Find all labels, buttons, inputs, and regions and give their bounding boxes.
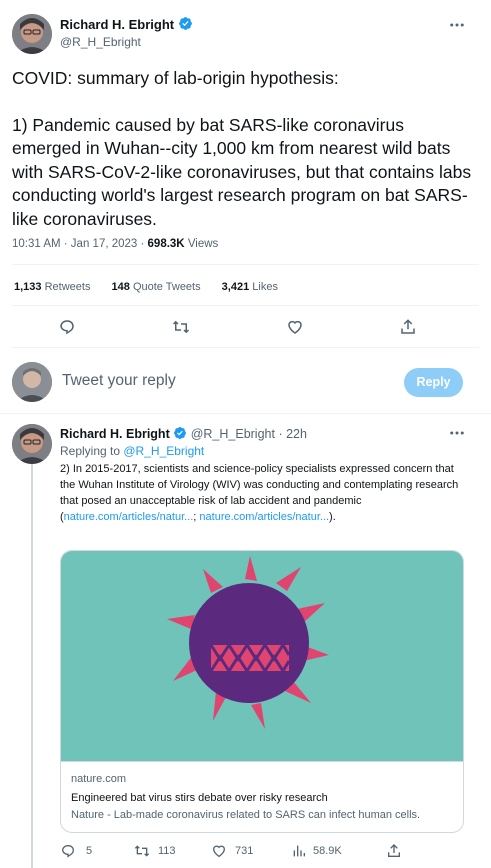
virus-illustration (167, 556, 329, 729)
views-count-reply: 58.9K (313, 845, 342, 857)
reply-submit-button[interactable]: Reply (404, 368, 463, 397)
reply-author-name[interactable]: Richard H. Ebright (60, 427, 170, 441)
thread-line (31, 464, 33, 868)
reply-icon (60, 320, 74, 335)
likes-count: 3,421 (221, 281, 250, 293)
reply-avatar-photo (12, 424, 52, 464)
link-card-title: Engineered bat virus stirs debate over r… (71, 792, 328, 804)
reply-author-avatar[interactable] (12, 424, 52, 464)
tweet-time[interactable]: 10:31 AM · Jan 17, 2023 · (12, 238, 148, 250)
verified-badge-icon (174, 427, 187, 439)
link-card-image (61, 551, 463, 761)
reply-icon (61, 845, 75, 858)
avatar-photo (12, 14, 52, 54)
retweet-icon (134, 845, 150, 857)
share-icon (388, 844, 400, 857)
reply-time-separator: · (274, 427, 287, 441)
quotes-label: Quote Tweets (132, 281, 201, 293)
author-handle[interactable]: @R_H_Ebright (60, 35, 141, 49)
reply-author-handle[interactable]: @R_H_Ebright (191, 427, 275, 441)
reply-input[interactable]: Tweet your reply (62, 372, 382, 394)
verified-badge-icon (178, 17, 192, 30)
heart-icon (288, 320, 302, 334)
quotes-stat[interactable]: 148 Quote Tweets (112, 281, 204, 293)
more-horizontal-icon (450, 431, 464, 435)
reply-time[interactable]: 22h (286, 427, 307, 441)
more-options-button[interactable] (448, 16, 468, 36)
retweet-button[interactable] (172, 318, 190, 341)
more-horizontal-icon (450, 23, 464, 27)
share-button[interactable] (399, 318, 417, 341)
reply-button[interactable] (58, 318, 76, 341)
reply-count: 5 (86, 845, 93, 857)
author-name[interactable]: Richard H. Ebright (60, 16, 193, 32)
like-button[interactable] (286, 318, 304, 341)
retweets-stat[interactable]: 1,133 Retweets (14, 281, 94, 293)
tweet-text-body: 1) Pandemic caused by bat SARS-like coro… (12, 114, 472, 229)
current-user-photo (12, 362, 52, 402)
likes-label: Likes (252, 281, 278, 293)
link-card-domain: nature.com (71, 773, 127, 785)
tweet-text-line1: COVID: summary of lab-origin hypothesis: (12, 68, 339, 88)
replying-to: Replying to @R_H_Ebright (60, 444, 204, 458)
reply-action-retweet[interactable]: 113 (134, 843, 176, 859)
like-count: 731 (235, 845, 254, 857)
retweet-icon (172, 320, 190, 334)
views-label: Views (184, 238, 219, 250)
reply-text: 2) In 2015-2017, scientists and science-… (60, 461, 468, 525)
views-count: 698.3K (147, 238, 185, 250)
tweet-text: COVID: summary of lab-origin hypothesis:… (12, 67, 477, 231)
reply-action-reply[interactable]: 5 (60, 843, 92, 859)
article-link-2[interactable]: nature.com/articles/natur... (199, 511, 329, 523)
replying-to-label: Replying to (60, 444, 124, 458)
reply-action-views[interactable]: 58.9K (291, 843, 342, 859)
tweet-stats: 1,133 Retweets 148 Quote Tweets 3,421 Li… (14, 281, 278, 293)
reply-text-end: ). (329, 511, 336, 523)
author-avatar[interactable] (12, 14, 52, 54)
retweets-count: 1,133 (14, 281, 42, 293)
article-link-1[interactable]: nature.com/articles/natur... (64, 511, 194, 523)
link-card-description: Nature - Lab-made coronavirus related to… (71, 809, 421, 821)
share-icon (401, 319, 415, 334)
retweet-count: 113 (158, 845, 176, 857)
quotes-count: 148 (111, 281, 130, 293)
replying-to-handle[interactable]: @R_H_Ebright (123, 444, 204, 458)
heart-icon (212, 845, 226, 858)
reply-more-options-button[interactable] (448, 424, 468, 444)
link-card-divider (61, 761, 463, 762)
reply-input-placeholder: Tweet your reply (62, 372, 176, 389)
reply-header: Richard H. Ebright @R_H_Ebright · 22h (60, 426, 307, 441)
tweet-timestamp[interactable]: 10:31 AM · Jan 17, 2023 · 698.3K Views (12, 238, 218, 250)
author-name-text[interactable]: Richard H. Ebright (60, 17, 174, 32)
current-user-avatar[interactable] (12, 362, 52, 402)
reply-text-separator: ; (193, 511, 197, 523)
analytics-icon (293, 845, 305, 857)
retweets-label: Retweets (44, 281, 91, 293)
reply-action-like[interactable]: 731 (211, 843, 253, 859)
reply-action-share[interactable] (386, 843, 402, 864)
link-card[interactable]: nature.com Engineered bat virus stirs de… (60, 550, 464, 833)
likes-stat[interactable]: 3,421 Likes (222, 281, 278, 293)
